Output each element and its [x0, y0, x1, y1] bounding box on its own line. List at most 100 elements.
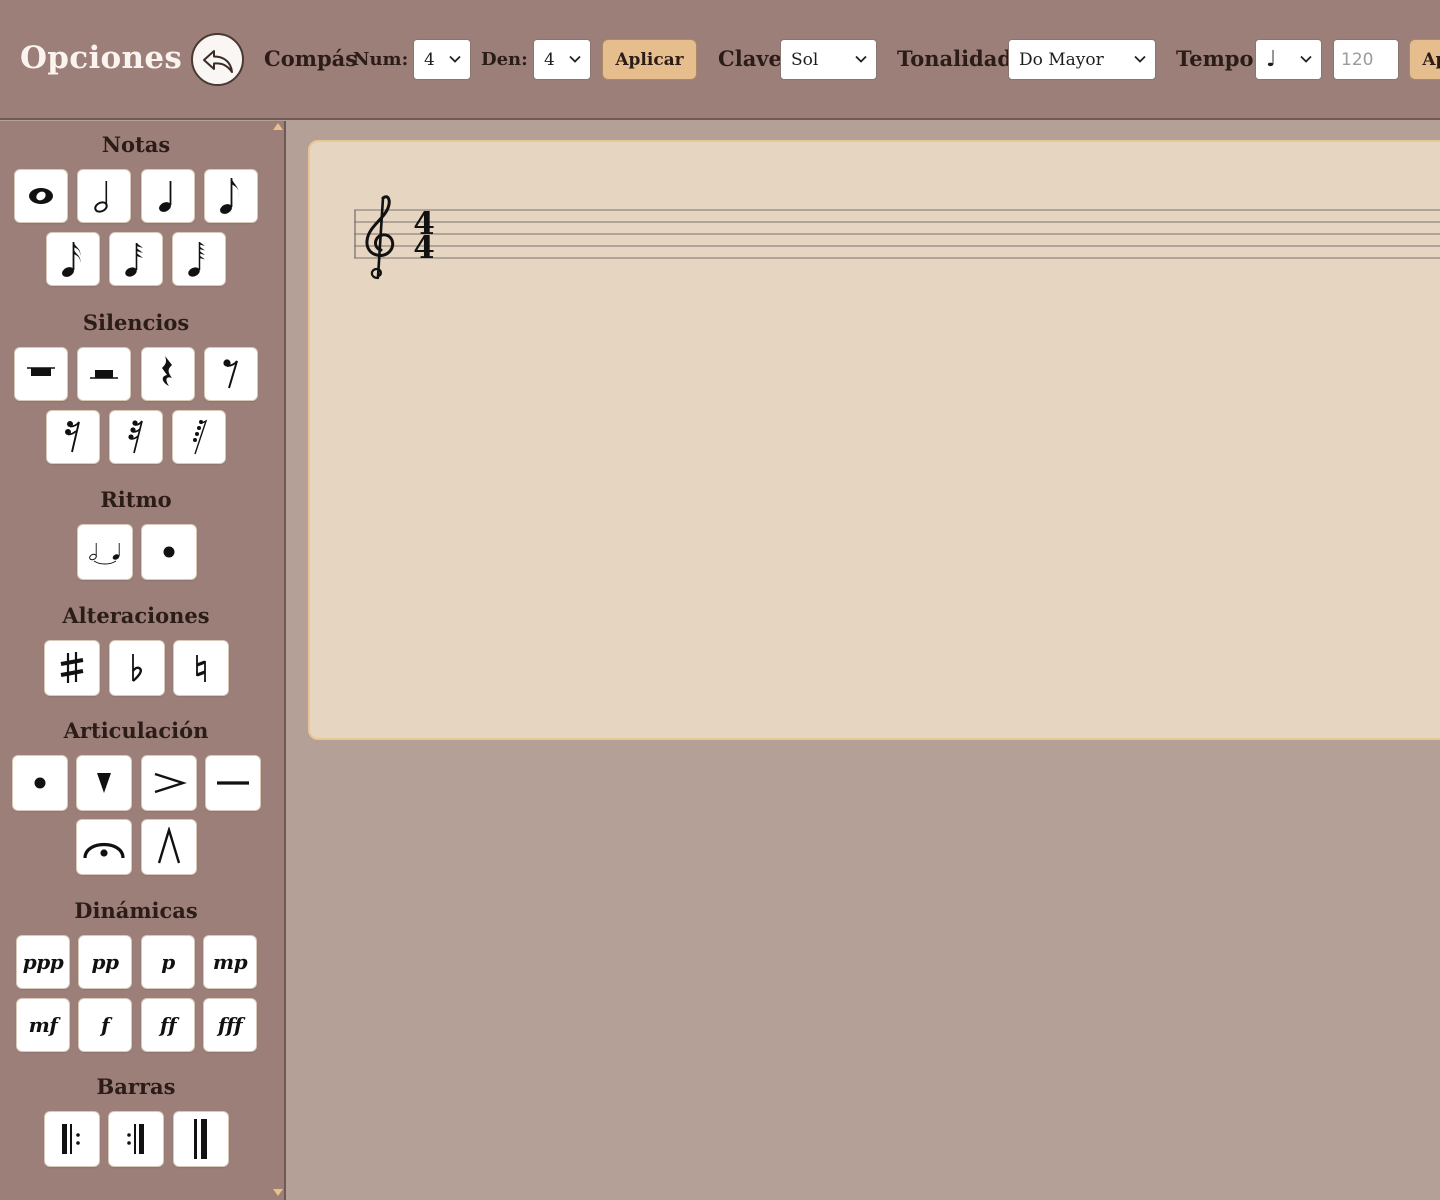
- treble-clef: [365, 195, 395, 280]
- numerator-select[interactable]: 4: [413, 39, 471, 80]
- thirty-second-note-button[interactable]: [109, 232, 163, 286]
- articulation-section-title: Articulación: [63, 718, 209, 743]
- natural-button[interactable]: [173, 640, 229, 696]
- apply-tempo-button[interactable]: Aplicar: [1409, 39, 1440, 80]
- final-barline-icon: [194, 1119, 207, 1159]
- app-title: Opciones: [20, 40, 183, 76]
- barlines-section-title: Barras: [96, 1074, 176, 1099]
- sixteenth-rest-icon: [65, 421, 80, 453]
- flat-button[interactable]: [109, 640, 165, 696]
- tool-palette: Notas Silencios Ritmo Alteraciones Artic…: [0, 121, 286, 1200]
- dynamic-ppp-button[interactable]: ppp: [16, 935, 70, 989]
- tie-icon: [89, 543, 120, 565]
- dynamic-pp-button[interactable]: pp: [78, 935, 132, 989]
- undo-icon: [202, 49, 233, 73]
- half-note-button[interactable]: [77, 169, 131, 223]
- eighth-note-button[interactable]: [204, 169, 258, 223]
- apply-time-signature-button[interactable]: Aplicar: [602, 39, 697, 80]
- dynamic-f-button[interactable]: f: [78, 998, 132, 1052]
- accidentals-section-title: Alteraciones: [62, 603, 210, 628]
- rhythm-section-title: Ritmo: [100, 487, 172, 512]
- tempo-bpm-placeholder: 120: [1341, 49, 1374, 70]
- numerator-value: 4: [424, 49, 435, 70]
- scroll-up-arrow-icon[interactable]: [273, 123, 283, 130]
- half-rest-button[interactable]: [77, 347, 131, 401]
- tempo-note-value: ♩: [1266, 47, 1277, 72]
- repeat-end-button[interactable]: [108, 1111, 164, 1167]
- score-sheet[interactable]: 4 4: [308, 140, 1440, 740]
- quarter-rest-icon: [162, 356, 172, 386]
- eighth-rest-button[interactable]: [204, 347, 258, 401]
- fermata-icon: [83, 843, 125, 859]
- chevron-down-icon: [449, 55, 461, 63]
- dynamic-mf-button[interactable]: mf: [16, 998, 70, 1052]
- thirty-second-rest-button[interactable]: [109, 410, 163, 464]
- clef-select[interactable]: Sol: [780, 39, 877, 80]
- chevron-down-icon: [855, 55, 867, 63]
- dynamic-p-button[interactable]: p: [141, 935, 195, 989]
- sixteenth-note-button[interactable]: [46, 232, 100, 286]
- staccatissimo-button[interactable]: [76, 755, 132, 811]
- key-select[interactable]: Do Mayor: [1008, 39, 1156, 80]
- dynamics-section-title: Dinámicas: [74, 898, 198, 923]
- staff: 4 4: [354, 195, 1440, 280]
- staccato-button[interactable]: [12, 755, 68, 811]
- natural-icon: [196, 655, 206, 682]
- chevron-down-icon: [1134, 55, 1146, 63]
- whole-note-button[interactable]: [14, 169, 68, 223]
- eighth-note-icon: [220, 178, 239, 214]
- options-toolbar: Opciones Compás Num: 4 Den: 4 Aplicar Cl…: [0, 0, 1440, 120]
- marcato-button[interactable]: [141, 819, 197, 875]
- sharp-button[interactable]: [44, 640, 100, 696]
- numerator-label: Num:: [353, 49, 409, 70]
- tempo-bpm-input[interactable]: 120: [1333, 39, 1399, 80]
- clef-label: Clave: [718, 46, 782, 71]
- undo-button[interactable]: [191, 33, 244, 86]
- key-value: Do Mayor: [1019, 49, 1104, 70]
- rests-section-title: Silencios: [82, 310, 190, 335]
- repeat-end-barline-icon: [127, 1124, 144, 1154]
- quarter-rest-button[interactable]: [141, 347, 195, 401]
- time-signature-denominator: 4: [413, 230, 435, 266]
- denominator-label: Den:: [481, 49, 528, 70]
- sixty-fourth-rest-button[interactable]: [172, 410, 226, 464]
- fermata-button[interactable]: [76, 819, 132, 875]
- whole-rest-button[interactable]: [14, 347, 68, 401]
- denominator-select[interactable]: 4: [533, 39, 591, 80]
- sixty-fourth-note-icon: [188, 242, 205, 277]
- tempo-note-select[interactable]: ♩: [1255, 39, 1322, 80]
- tie-button[interactable]: [77, 524, 133, 580]
- sixteenth-note-icon: [62, 242, 81, 277]
- final-barline-button[interactable]: [173, 1111, 229, 1167]
- dot-button[interactable]: [141, 524, 197, 580]
- staccato-icon: [34, 777, 46, 789]
- accent-icon: [154, 772, 187, 794]
- dynamic-ff-button[interactable]: ff: [141, 998, 195, 1052]
- time-signature-label: Compás: [264, 46, 358, 71]
- half-note-icon: [94, 181, 108, 213]
- repeat-start-button[interactable]: [44, 1111, 100, 1167]
- quarter-note-button[interactable]: [141, 169, 195, 223]
- denominator-value: 4: [544, 49, 555, 70]
- marcato-icon: [157, 827, 181, 864]
- tenuto-button[interactable]: [205, 755, 261, 811]
- dynamic-fff-button[interactable]: fff: [203, 998, 257, 1052]
- tempo-label: Tempo: [1176, 46, 1254, 71]
- eighth-rest-icon: [223, 359, 238, 389]
- dynamic-mp-button[interactable]: mp: [203, 935, 257, 989]
- quarter-note-icon: [159, 181, 172, 212]
- key-label: Tonalidad: [897, 46, 1013, 71]
- staff-lines: [354, 209, 1440, 259]
- accent-button[interactable]: [141, 755, 197, 811]
- sharp-icon: [60, 652, 84, 683]
- notes-section-title: Notas: [101, 132, 171, 157]
- sixteenth-rest-button[interactable]: [46, 410, 100, 464]
- flat-icon: [131, 654, 142, 682]
- thirty-second-note-icon: [125, 243, 143, 277]
- half-rest-icon: [90, 370, 118, 379]
- chevron-down-icon: [569, 55, 581, 63]
- whole-note-icon: [29, 188, 53, 204]
- scroll-down-arrow-icon[interactable]: [273, 1189, 283, 1196]
- clef-value: Sol: [791, 49, 819, 70]
- sixty-fourth-note-button[interactable]: [172, 232, 226, 286]
